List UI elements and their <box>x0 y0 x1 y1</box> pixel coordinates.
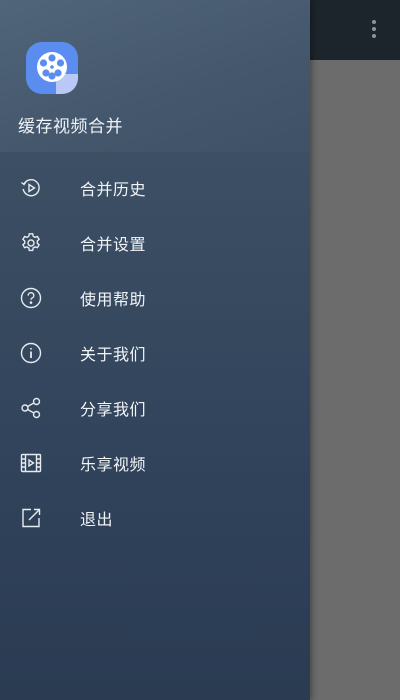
drawer-header: 缓存视频合并 <box>0 0 310 152</box>
menu-item-merge-settings[interactable]: 合并设置 <box>0 215 310 270</box>
drawer-menu: 合并历史 合并设置 使用帮助 关于我们 分享我们 乐享视频 退出 <box>0 152 310 545</box>
film-reel-icon <box>37 52 67 82</box>
menu-item-share[interactable]: 分享我们 <box>0 380 310 435</box>
menu-item-label: 合并设置 <box>80 234 147 254</box>
menu-item-label: 关于我们 <box>80 344 147 364</box>
menu-item-label: 合并历史 <box>80 179 147 199</box>
navigation-drawer: 缓存视频合并 合并历史 合并设置 使用帮助 关于我们 分享我们 乐享视频 退出 <box>0 0 310 700</box>
menu-item-help[interactable]: 使用帮助 <box>0 270 310 325</box>
more-options-icon[interactable] <box>362 16 386 42</box>
menu-item-label: 乐享视频 <box>80 454 147 474</box>
app-logo <box>26 42 78 94</box>
menu-item-about-us[interactable]: 关于我们 <box>0 325 310 380</box>
menu-item-exit[interactable]: 退出 <box>0 490 310 545</box>
menu-item-label: 使用帮助 <box>80 289 147 309</box>
menu-item-merge-history[interactable]: 合并历史 <box>0 160 310 215</box>
menu-item-enjoy-video[interactable]: 乐享视频 <box>0 435 310 490</box>
share-icon <box>20 397 42 419</box>
menu-item-label: 分享我们 <box>80 399 147 419</box>
gear-icon <box>20 232 42 254</box>
info-icon <box>20 342 42 364</box>
film-icon <box>20 452 42 474</box>
exit-icon <box>20 507 42 529</box>
app-name: 缓存视频合并 <box>18 117 123 137</box>
screen: 缓存视频合并 合并历史 合并设置 使用帮助 关于我们 分享我们 乐享视频 退出 <box>0 0 400 700</box>
help-icon <box>20 287 42 309</box>
history-icon <box>20 177 42 199</box>
menu-item-label: 退出 <box>80 509 114 529</box>
